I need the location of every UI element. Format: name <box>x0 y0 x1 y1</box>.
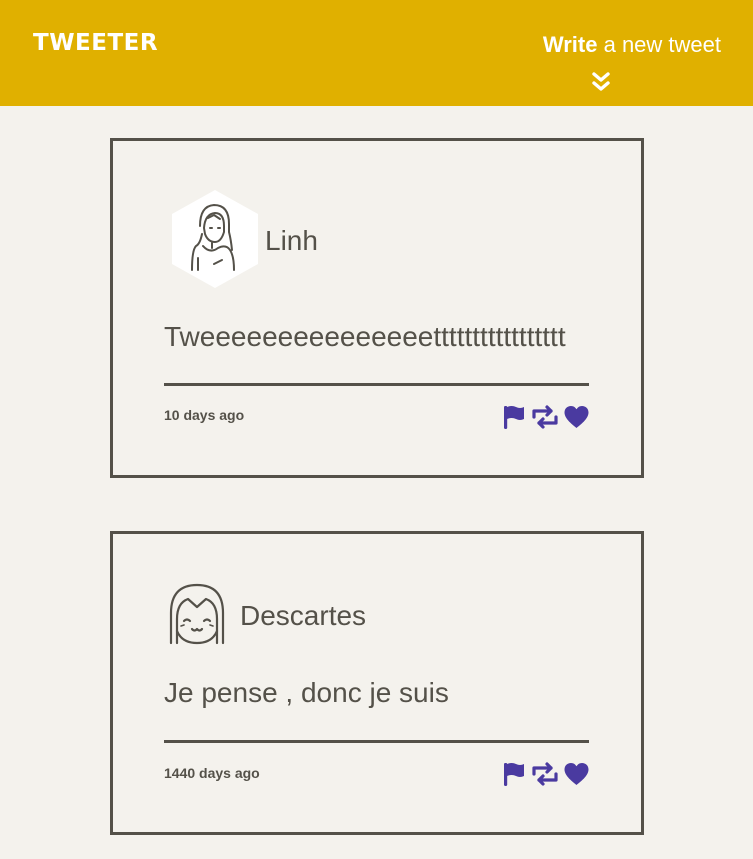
retweet-icon[interactable] <box>529 761 561 787</box>
flag-icon[interactable] <box>503 761 525 787</box>
tweet-timestamp: 1440 days ago <box>164 765 260 781</box>
tweet-card: Descartes Je pense , donc je suis 1440 d… <box>110 531 644 835</box>
write-new-tweet-label[interactable]: Write a new tweet <box>543 31 721 59</box>
app-logo[interactable]: TWEETER <box>33 30 158 56</box>
avatar <box>170 188 260 290</box>
tweet-content: Je pense , donc je suis <box>164 677 449 708</box>
tweet-content: Tweeeeeeeeeeeeeeettttttttttttttttt <box>164 321 566 352</box>
write-label-rest: a new tweet <box>597 32 721 57</box>
tweet-author[interactable]: Descartes <box>240 600 366 632</box>
tweet-actions <box>503 404 593 430</box>
heart-icon[interactable] <box>563 404 590 430</box>
tweet-actions <box>503 761 593 787</box>
divider <box>164 740 589 743</box>
tweet-timestamp: 10 days ago <box>164 407 245 423</box>
double-chevron-down-icon[interactable] <box>591 71 611 93</box>
top-bar: TWEETER Write a new tweet <box>0 0 753 106</box>
avatar <box>166 581 228 647</box>
divider <box>164 383 589 386</box>
tweet-author[interactable]: Linh <box>265 225 318 257</box>
heart-icon[interactable] <box>563 761 590 787</box>
write-label-strong: Write <box>542 32 598 57</box>
retweet-icon[interactable] <box>529 404 561 430</box>
tweet-card: Linh Tweeeeeeeeeeeeeeettttttttttttttttt … <box>110 138 644 478</box>
write-new-tweet-button[interactable]: Write a new tweet <box>543 31 721 59</box>
flag-icon[interactable] <box>503 404 525 430</box>
